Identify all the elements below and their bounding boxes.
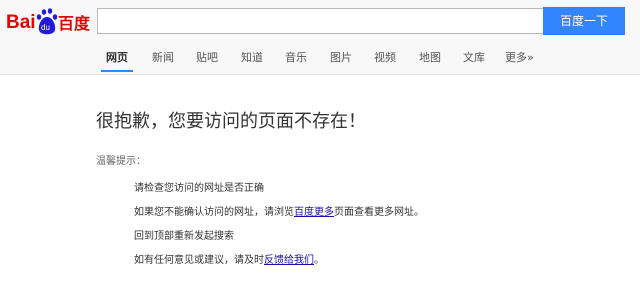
tab-more[interactable]: 更多» bbox=[505, 49, 534, 65]
logo-text-cn: 百度 bbox=[58, 14, 91, 33]
tab-wenku[interactable]: 文库 bbox=[463, 49, 485, 65]
tip-browse-more: 如果您不能确认访问的网址，请浏览百度更多页面查看更多网址。 bbox=[134, 203, 424, 218]
tip-check-url: 请检查您访问的网址是否正确 bbox=[134, 183, 264, 194]
baidu-logo-graphic: Bai du 百度 bbox=[6, 8, 91, 35]
logo-text-du: du bbox=[41, 23, 50, 32]
search-input[interactable] bbox=[97, 8, 543, 34]
feedback-link[interactable]: 反馈给我们 bbox=[264, 255, 314, 266]
hint-label: 温馨提示： bbox=[96, 156, 146, 167]
page-title: 很抱歉，您要访问的页面不存在！ bbox=[96, 111, 366, 132]
tab-video[interactable]: 视频 bbox=[374, 49, 396, 65]
tab-tieba[interactable]: 贴吧 bbox=[196, 49, 218, 65]
tip4-text-before: 如有任何意见或建议，请及时 bbox=[134, 255, 264, 266]
tip-feedback: 如有任何意见或建议，请及时反馈给我们。 bbox=[134, 251, 324, 266]
nav-tabs: 网页 新闻 贴吧 知道 音乐 图片 视频 地图 文库 更多» bbox=[0, 42, 640, 72]
tab-web[interactable]: 网页 bbox=[106, 49, 128, 65]
tip2-text-before: 如果您不能确认访问的网址，请浏览 bbox=[134, 207, 294, 218]
tab-images[interactable]: 图片 bbox=[330, 49, 352, 65]
tip2-text-after: 页面查看更多网址。 bbox=[334, 207, 424, 218]
tab-map[interactable]: 地图 bbox=[419, 49, 441, 65]
tab-music[interactable]: 音乐 bbox=[285, 49, 307, 65]
tab-zhidao[interactable]: 知道 bbox=[241, 49, 263, 65]
baidu-more-link[interactable]: 百度更多 bbox=[294, 207, 334, 218]
logo-text-bai: Bai bbox=[6, 12, 36, 33]
active-tab-indicator bbox=[101, 70, 133, 72]
tip-back-to-top: 回到顶部重新发起搜索 bbox=[134, 231, 234, 242]
tab-news[interactable]: 新闻 bbox=[152, 49, 174, 65]
baidu-logo[interactable]: Bai du 百度 bbox=[6, 7, 91, 37]
tip4-text-after: 。 bbox=[314, 255, 324, 266]
search-button[interactable]: 百度一下 bbox=[543, 7, 625, 35]
